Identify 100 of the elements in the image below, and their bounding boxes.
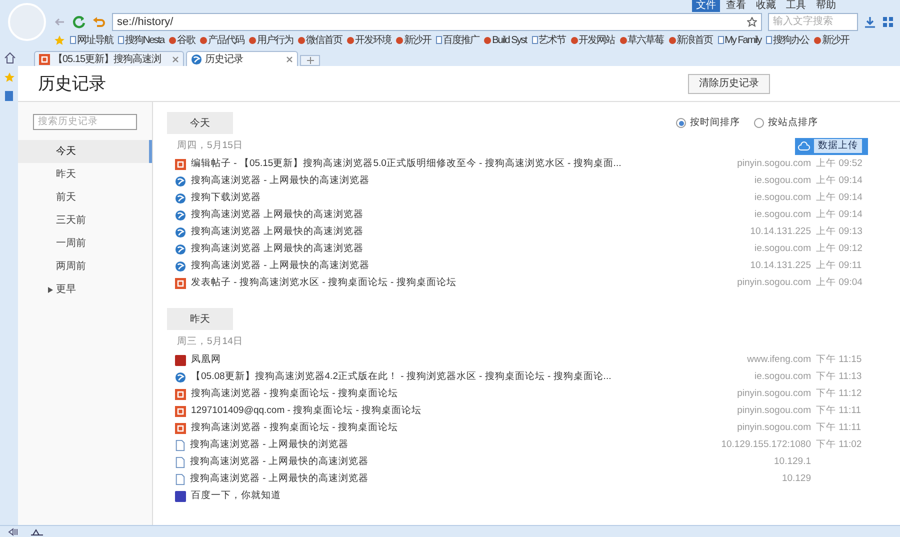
sidebar-item[interactable]: 三天前 bbox=[18, 209, 152, 232]
sidebar-item[interactable]: 一周前 bbox=[18, 232, 152, 255]
sidebar-item[interactable]: 今天 bbox=[18, 140, 152, 163]
visit-time: 上午 09:04 bbox=[816, 276, 864, 290]
browser-tab[interactable]: 【05.15更新】搜狗高速浏 bbox=[34, 51, 184, 66]
new-tab-button[interactable] bbox=[300, 55, 320, 66]
history-link[interactable]: 百度一下，你就知道 bbox=[191, 489, 811, 504]
sort-option-label[interactable]: 按时间排序 bbox=[690, 116, 740, 130]
expand-arrow-icon[interactable] bbox=[48, 286, 53, 292]
history-link[interactable]: 搜狗高速浏览器 - 上网最快的高速浏览器 bbox=[190, 472, 777, 487]
bookmark-item[interactable]: 新沙开 bbox=[814, 32, 850, 48]
radio-button[interactable] bbox=[676, 118, 686, 128]
menu-item[interactable]: 帮助 bbox=[812, 0, 840, 12]
sidebar-item[interactable]: 更早 bbox=[18, 278, 152, 301]
bookmark-item[interactable]: 产品代码 bbox=[200, 32, 244, 48]
history-link[interactable]: 凤凰网 bbox=[191, 353, 742, 368]
site-logo-icon bbox=[175, 406, 186, 417]
page-icon bbox=[175, 440, 185, 451]
bookmark-item[interactable]: My Family bbox=[718, 32, 762, 48]
star-icon[interactable] bbox=[747, 17, 757, 27]
visit-time: 下午 11:15 bbox=[816, 353, 863, 368]
undo-icon[interactable] bbox=[92, 16, 106, 28]
sidebar-item[interactable]: 两周前 bbox=[18, 255, 152, 278]
bookmark-item[interactable]: 网址导航 bbox=[70, 32, 113, 48]
day-label: 昨天 bbox=[167, 308, 233, 330]
bookmark-item[interactable]: 百度推广 bbox=[436, 32, 480, 48]
history-link[interactable]: 搜狗高速浏览器 - 搜狗桌面论坛 - 搜狗桌面论坛 bbox=[191, 387, 732, 402]
history-link[interactable]: 搜狗下载浏览器 bbox=[191, 191, 750, 206]
globe-icon bbox=[175, 372, 186, 383]
grid-icon[interactable] bbox=[882, 16, 894, 28]
bookmark-item[interactable]: 艺术节 bbox=[532, 32, 566, 48]
history-link[interactable]: 搜狗高速浏览器 - 上网最快的高速浏览器 bbox=[191, 174, 750, 189]
browser-tab[interactable]: 历史记录 bbox=[186, 51, 298, 66]
history-link[interactable]: 搜狗高速浏览器 - 上网最快的高速浏览器 bbox=[190, 455, 770, 470]
history-link[interactable]: 搜狗高速浏览器 上网最快的高速浏览器 bbox=[191, 242, 750, 257]
menu-item[interactable]: 查看 bbox=[722, 0, 750, 12]
history-link[interactable]: 1297101409@qq.com - 搜狗桌面论坛 - 搜狗桌面论坛 bbox=[191, 404, 732, 419]
address-bar[interactable]: se://history/ bbox=[112, 13, 762, 31]
bookmark-item[interactable]: 新沙开 bbox=[396, 32, 432, 48]
close-icon[interactable] bbox=[172, 56, 179, 62]
download-icon[interactable] bbox=[864, 16, 876, 28]
domain-text: ie.sogou.com bbox=[754, 242, 811, 256]
refresh-icon[interactable] bbox=[72, 15, 86, 29]
menu-item[interactable]: 收藏 bbox=[752, 0, 780, 12]
site-icon bbox=[347, 36, 354, 44]
history-link[interactable]: 搜狗高速浏览器 - 上网最快的高速浏览器 bbox=[191, 259, 746, 274]
bookmark-item[interactable]: 谷歌 bbox=[169, 32, 196, 48]
domain-text: ie.sogou.com bbox=[754, 191, 811, 206]
menu-item[interactable]: 工具 bbox=[782, 0, 810, 12]
history-link[interactable]: 搜狗高速浏览器 - 上网最快的浏览器 bbox=[190, 438, 716, 453]
globe-icon bbox=[175, 210, 186, 221]
sidebar-item[interactable]: 前天 bbox=[18, 186, 152, 209]
sidebar-item[interactable]: 昨天 bbox=[18, 163, 152, 186]
home-icon[interactable] bbox=[4, 52, 16, 64]
domain-text: 10.14.131.225 bbox=[750, 225, 811, 240]
favorites-star-icon[interactable] bbox=[4, 72, 14, 83]
history-link[interactable]: 搜狗高速浏览器 - 搜狗桌面论坛 - 搜狗桌面论坛 bbox=[191, 421, 732, 436]
domain-text: pinyin.sogou.com bbox=[737, 404, 811, 418]
site-logo-icon bbox=[175, 355, 186, 366]
bookmark-item[interactable]: 开发环境 bbox=[347, 32, 392, 48]
bookmark-item[interactable]: Build Syst bbox=[484, 32, 527, 48]
page-icon bbox=[118, 36, 124, 44]
domain-text: pinyin.sogou.com bbox=[737, 157, 811, 172]
visit-time: 上午 09:52 bbox=[816, 157, 864, 172]
site-icon bbox=[570, 36, 578, 44]
site-logo-icon bbox=[175, 423, 186, 434]
bookmark-item[interactable]: 搜狗Nesta bbox=[118, 32, 164, 48]
site-logo-icon bbox=[175, 389, 186, 400]
sidebar-toggle-icon[interactable] bbox=[8, 528, 18, 536]
visit-time: 上午 09:11 bbox=[816, 259, 863, 274]
domain-text: pinyin.sogou.com bbox=[737, 276, 811, 290]
bookmark-item[interactable]: 开发网站 bbox=[570, 32, 615, 48]
clear-history-button[interactable]: 清除历史记录 bbox=[688, 74, 770, 94]
history-link[interactable]: 编辑帖子 - 【05.15更新】搜狗高速浏览器5.0正式版明细修改至今 - 搜狗高速浏览水区 - 搜狗桌面... bbox=[191, 157, 732, 172]
bookmark-item[interactable]: 微信首页 bbox=[298, 32, 342, 48]
history-link[interactable]: 搜狗高速浏览器 上网最快的高速浏览器 bbox=[191, 208, 750, 223]
page-icon bbox=[436, 36, 442, 44]
day-label: 今天 bbox=[167, 112, 233, 134]
history-link[interactable]: 搜狗高速浏览器 上网最快的高速浏览器 bbox=[191, 225, 746, 240]
bookmark-item[interactable]: 新浪首页 bbox=[668, 32, 713, 48]
upload-button[interactable]: 数据上传 bbox=[795, 138, 868, 154]
visit-time: 上午 09:13 bbox=[816, 225, 864, 240]
history-link[interactable]: 【05.08更新】搜狗高速浏览器4.2正式版在此！ - 搜狗浏览器水区 - 搜狗桌面论坛 - 搜狗桌面论... bbox=[191, 370, 750, 385]
visit-time: 下午 11:11 bbox=[816, 404, 862, 418]
bookmark-item[interactable]: 草六草莓 bbox=[620, 32, 664, 48]
bookmark-item[interactable]: 用户行为 bbox=[249, 32, 294, 48]
domain-text: ie.sogou.com bbox=[754, 208, 811, 222]
domain-text: pinyin.sogou.com bbox=[737, 387, 811, 402]
visit-time: 下午 11:02 bbox=[816, 438, 863, 452]
site-icon bbox=[668, 36, 676, 44]
close-icon[interactable] bbox=[286, 56, 293, 62]
domain-text: 10.129.155.172:1080 bbox=[721, 438, 811, 452]
sort-option-label[interactable]: 按站点排序 bbox=[768, 116, 818, 130]
history-link[interactable]: 发表帖子 - 搜狗高速浏览水区 - 搜狗桌面论坛 - 搜狗桌面论坛 bbox=[191, 276, 732, 291]
back-icon[interactable] bbox=[54, 16, 66, 28]
visit-time: 下午 11:12 bbox=[816, 387, 863, 402]
favorites-star-icon[interactable] bbox=[54, 34, 65, 46]
bookmark-item[interactable]: 搜狗办公 bbox=[766, 32, 810, 48]
site-icon bbox=[298, 36, 306, 44]
radio-button[interactable] bbox=[754, 118, 764, 128]
